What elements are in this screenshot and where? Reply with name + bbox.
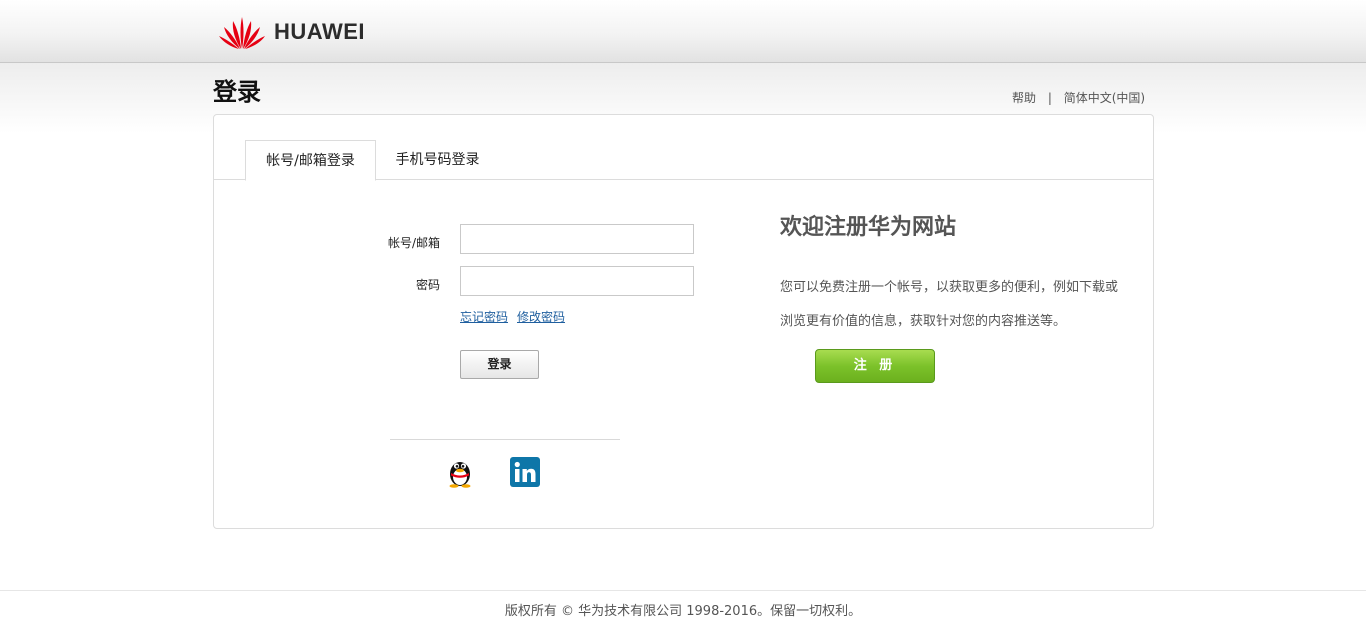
footer-divider bbox=[0, 590, 1366, 591]
login-panel: 帐号/邮箱登录 手机号码登录 帐号/邮箱 密码 忘记密码 修改密码 登录 欢迎注… bbox=[213, 114, 1154, 529]
page-title: 登录 bbox=[213, 78, 261, 106]
top-header-bar: HUAWEI bbox=[0, 0, 1366, 63]
tab-phone-login[interactable]: 手机号码登录 bbox=[385, 140, 490, 179]
qq-penguin-icon[interactable] bbox=[444, 456, 476, 488]
tab-account-email-login[interactable]: 帐号/邮箱登录 bbox=[245, 140, 376, 181]
password-input[interactable] bbox=[460, 266, 694, 296]
welcome-description-line-1: 您可以免费注册一个帐号，以获取更多的便利，例如下载或 bbox=[780, 280, 1119, 295]
forgot-password-link[interactable]: 忘记密码 bbox=[460, 308, 508, 325]
huawei-logo[interactable]: HUAWEI bbox=[218, 13, 365, 51]
top-links: 帮助 | 简体中文(中国) bbox=[1012, 89, 1145, 106]
linkedin-icon[interactable] bbox=[510, 457, 542, 489]
brand-name: HUAWEI bbox=[274, 19, 365, 44]
top-links-separator: | bbox=[1047, 91, 1052, 105]
footer-copyright: 版权所有 © 华为技术有限公司 1998-2016。保留一切权利。 bbox=[504, 604, 862, 619]
welcome-description-line-2: 浏览更有价值的信息，获取针对您的内容推送等。 bbox=[780, 314, 1067, 329]
account-input[interactable] bbox=[460, 224, 694, 254]
change-password-link[interactable]: 修改密码 bbox=[517, 308, 565, 325]
register-button[interactable]: 注 册 bbox=[815, 349, 935, 383]
social-divider bbox=[390, 439, 620, 440]
help-link[interactable]: 帮助 bbox=[1012, 91, 1036, 105]
welcome-title: 欢迎注册华为网站 bbox=[780, 215, 957, 240]
password-field-label: 密码 bbox=[415, 278, 440, 292]
login-button[interactable]: 登录 bbox=[460, 350, 539, 379]
account-field-label: 帐号/邮箱 bbox=[387, 236, 440, 250]
language-selector[interactable]: 简体中文(中国) bbox=[1064, 91, 1145, 105]
huawei-petal-logo-icon bbox=[219, 17, 265, 49]
